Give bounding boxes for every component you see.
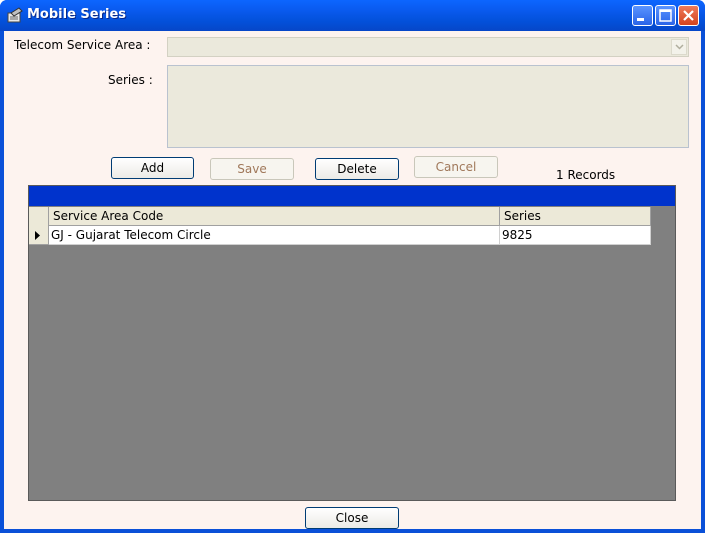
app-icon (6, 7, 24, 24)
cell-service-area-code[interactable]: GJ - Gujarat Telecom Circle (49, 226, 500, 245)
grid-caption-bar (29, 186, 675, 206)
series-label: Series : (108, 73, 153, 87)
telecom-service-area-label: Telecom Service Area : (14, 38, 151, 52)
add-button[interactable]: Add (111, 157, 194, 179)
minimize-icon (637, 18, 644, 21)
maximize-button[interactable] (655, 5, 676, 26)
close-window-button[interactable] (678, 5, 699, 26)
current-row-arrow-icon (35, 231, 40, 240)
close-icon (683, 10, 694, 21)
column-header-series[interactable]: Series (500, 207, 651, 226)
series-textarea[interactable] (167, 65, 689, 148)
series-grid[interactable]: Service Area Code Series GJ - Gujarat Te… (28, 185, 676, 501)
delete-button[interactable]: Delete (315, 158, 399, 180)
cell-series[interactable]: 9825 (500, 226, 651, 245)
title-bar[interactable]: Mobile Series (0, 0, 705, 31)
row-selector[interactable] (29, 226, 49, 245)
mobile-series-window: Mobile Series Telecom Service Area : Ser… (0, 0, 705, 533)
records-count: 1 Records (556, 168, 616, 182)
column-header-service-area-code[interactable]: Service Area Code (49, 207, 500, 226)
save-button[interactable]: Save (210, 158, 294, 180)
maximize-icon (659, 9, 672, 22)
row-header-corner (29, 207, 49, 226)
grid-header-row: Service Area Code Series (29, 207, 651, 226)
close-button[interactable]: Close (305, 507, 399, 529)
window-title: Mobile Series (27, 7, 127, 22)
dropdown-button[interactable] (671, 39, 687, 55)
table-row[interactable]: GJ - Gujarat Telecom Circle 9825 (29, 226, 651, 245)
chevron-down-icon (675, 44, 684, 50)
minimize-button[interactable] (632, 5, 653, 26)
cancel-button[interactable]: Cancel (414, 156, 498, 178)
background-window (0, 533, 707, 541)
client-area: Telecom Service Area : Series : Add Save… (4, 31, 701, 529)
telecom-service-area-select[interactable] (167, 37, 689, 57)
